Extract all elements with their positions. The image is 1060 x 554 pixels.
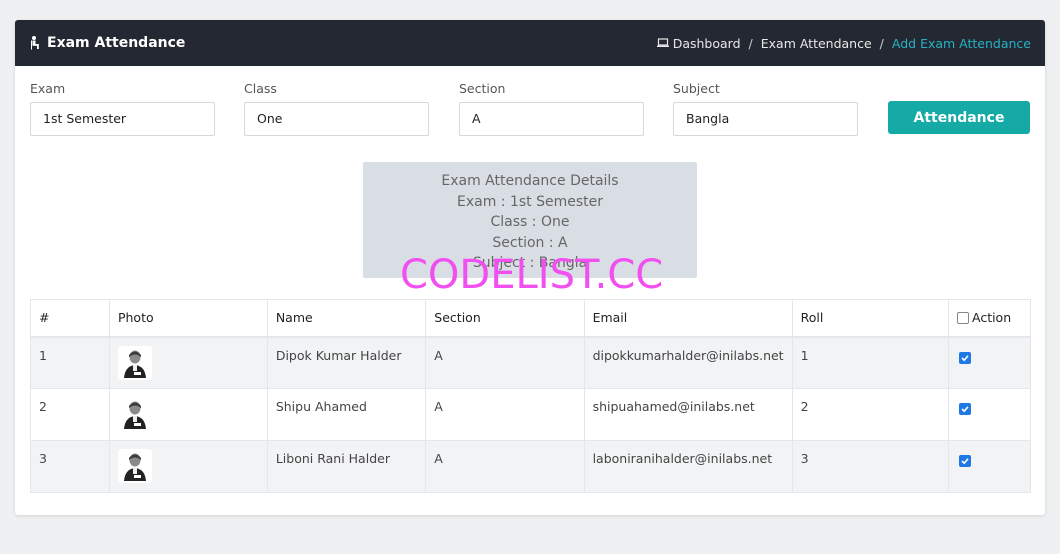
row-action-cell (947, 336, 1032, 389)
table-row: 1 Dipok Kumar Halder A dipokkumarhalder@… (30, 336, 1032, 389)
watermark: CODELIST.CC (400, 252, 664, 298)
col-action-label: Action (971, 310, 1012, 326)
laptop-icon (656, 38, 669, 47)
attendance-button[interactable]: Attendance (888, 101, 1030, 134)
row-number: 1 (30, 336, 110, 389)
col-roll: Roll (791, 299, 949, 338)
subject-label: Subject (673, 81, 720, 96)
col-section: Section (425, 299, 585, 338)
row-email: laboniranihalder@inilabs.net (583, 440, 793, 493)
row-name: Dipok Kumar Halder (266, 336, 427, 389)
section-filter: Section A (459, 80, 644, 136)
attendance-table: # Photo Name Section Email Roll Action 1 (30, 299, 1032, 493)
row-email: shipuahamed@inilabs.net (583, 388, 793, 441)
attendance-checkbox[interactable] (958, 455, 971, 467)
row-action-cell (947, 388, 1032, 441)
avatar (117, 397, 152, 431)
attendance-checkbox[interactable] (958, 403, 971, 415)
details-heading: Exam Attendance Details (441, 173, 619, 189)
details-exam: Exam : 1st Semester (456, 193, 603, 210)
table-header-row: # Photo Name Section Email Roll Action (30, 299, 1032, 338)
user-avatar-icon (123, 453, 146, 481)
breadcrumb: Dashboard / Exam Attendance / Add Exam A… (656, 35, 1031, 51)
exam-select[interactable]: 1st Semester (30, 102, 215, 136)
exam-label: Exam (30, 81, 66, 96)
table-row: 3 Liboni Rani Halder A laboniranihalder@… (30, 440, 1032, 493)
row-name: Shipu Ahamed (266, 388, 427, 441)
details-section: Section : A (492, 234, 568, 251)
breadcrumb-exam-attendance[interactable]: Exam Attendance (761, 36, 872, 51)
row-roll: 2 (791, 388, 949, 441)
row-number: 2 (30, 388, 110, 441)
breadcrumb-add-exam-attendance: Add Exam Attendance (891, 35, 1031, 51)
checkmark-icon (961, 354, 969, 361)
row-action-cell (947, 440, 1032, 493)
details-class: Class : One (490, 214, 570, 230)
page-title: Exam Attendance (31, 35, 185, 51)
attendance-checkbox[interactable] (958, 351, 971, 364)
row-name: Liboni Rani Halder (266, 440, 427, 493)
user-avatar-icon (123, 401, 146, 429)
avatar (117, 449, 152, 483)
row-photo-cell (108, 336, 268, 389)
breadcrumb-dashboard[interactable]: Dashboard (673, 36, 741, 51)
col-email: Email (583, 299, 793, 338)
row-email: dipokkumarhalder@inilabs.net (583, 336, 793, 389)
col-number: # (30, 299, 110, 338)
page-title-text: Exam Attendance (47, 35, 186, 51)
user-avatar-icon (123, 350, 146, 378)
row-photo-cell (108, 440, 268, 493)
row-photo-cell (108, 388, 268, 441)
checkmark-icon (961, 406, 969, 413)
row-roll: 3 (791, 440, 949, 493)
col-action: Action (947, 299, 1032, 338)
row-number: 3 (30, 440, 110, 493)
row-section: A (425, 336, 585, 389)
class-select[interactable]: One (244, 102, 429, 136)
breadcrumb-separator: / (879, 35, 884, 51)
panel-header: Exam Attendance Dashboard / Exam Attenda… (15, 20, 1045, 66)
subject-filter: Subject Bangla (673, 80, 858, 136)
col-name: Name (266, 299, 427, 338)
col-photo: Photo (108, 299, 268, 338)
person-seated-icon (31, 36, 39, 50)
select-all-checkbox[interactable] (956, 312, 969, 325)
exam-attendance-panel: Exam Attendance Dashboard / Exam Attenda… (15, 20, 1045, 515)
row-section: A (425, 388, 585, 441)
avatar (117, 345, 152, 380)
subject-select[interactable]: Bangla (673, 102, 858, 136)
table-row: 2 Shipu Ahamed A shipuahamed@inilabs.net… (30, 388, 1032, 441)
section-label: Section (459, 81, 506, 96)
row-roll: 1 (791, 336, 949, 389)
section-select[interactable]: A (459, 102, 644, 136)
filter-row: Exam 1st Semester Class One Section A Su… (30, 80, 1030, 140)
class-label: Class (244, 81, 277, 96)
class-filter: Class One (244, 80, 429, 136)
exam-filter: Exam 1st Semester (30, 80, 215, 136)
breadcrumb-separator: / (748, 35, 753, 51)
checkmark-icon (961, 458, 969, 465)
row-section: A (425, 440, 585, 493)
